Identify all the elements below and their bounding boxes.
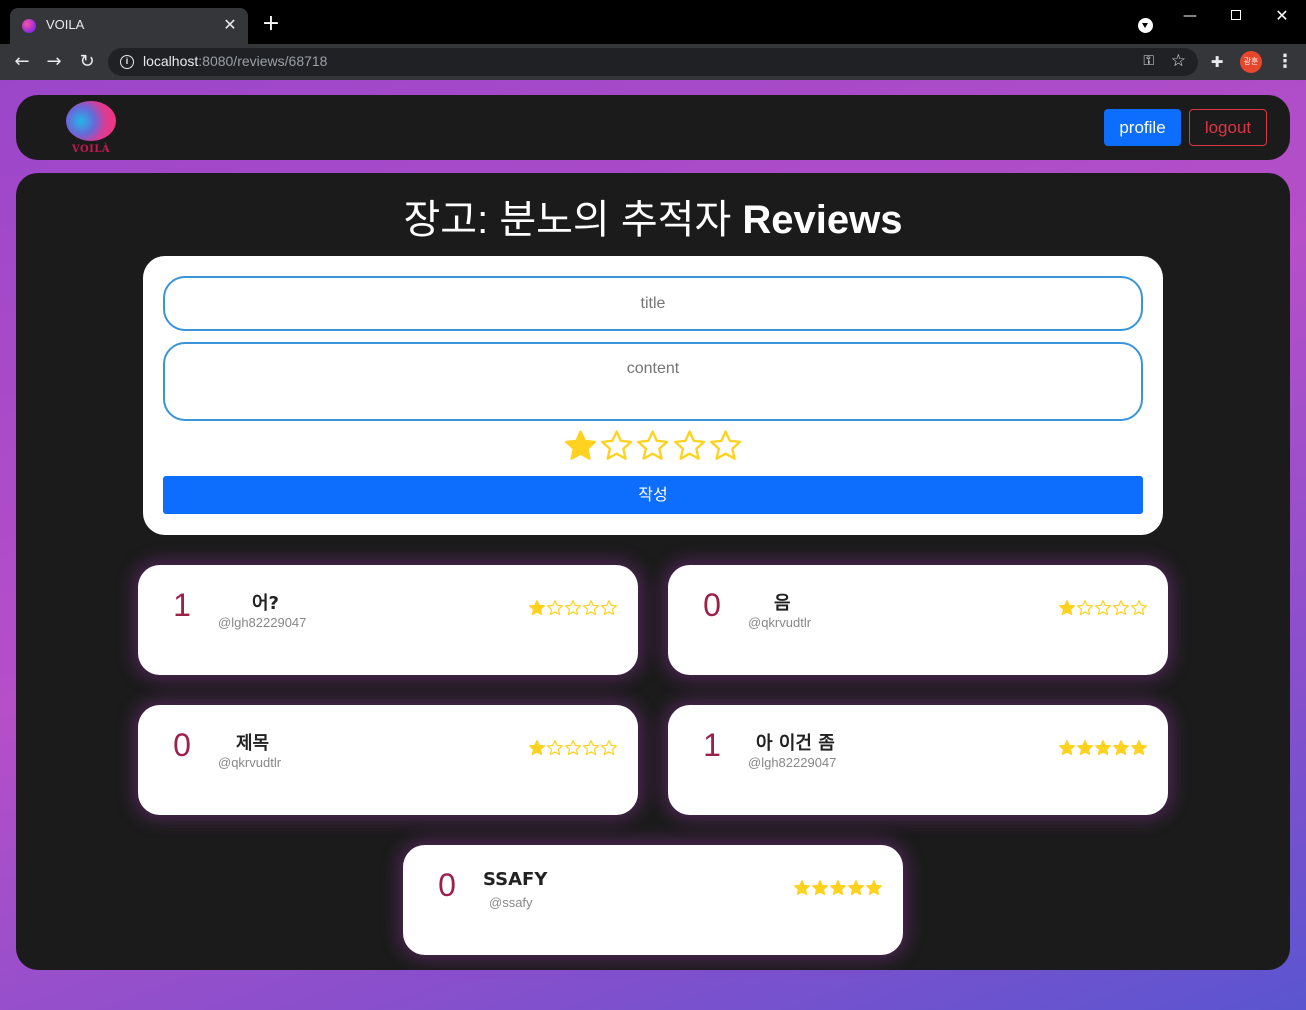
review-title[interactable]: 어? <box>252 589 279 615</box>
star-filled-icon <box>830 880 846 896</box>
star-filled-icon <box>1095 740 1111 756</box>
star-empty-icon <box>1077 600 1093 616</box>
review-rating <box>1058 739 1148 757</box>
star-filled-icon <box>1059 600 1075 616</box>
star-empty-icon <box>1131 600 1147 616</box>
star-filled-icon <box>1131 740 1147 756</box>
star-empty-icon <box>1095 600 1111 616</box>
star-filled-icon <box>848 880 864 896</box>
star-filled-icon <box>866 880 882 896</box>
page-title: 장고: 분노의 추적자 Reviews <box>403 198 903 242</box>
star-empty-icon[interactable] <box>672 428 707 464</box>
info-icon[interactable]: i <box>120 55 134 69</box>
star-filled-icon <box>1113 740 1129 756</box>
review-title[interactable]: 아 이건 좀 <box>756 729 835 755</box>
star-empty-icon <box>583 600 599 616</box>
star-empty-icon <box>1113 600 1129 616</box>
review-like-count: 1 <box>173 587 191 623</box>
review-rating <box>528 739 618 757</box>
star-empty-icon <box>547 600 563 616</box>
review-author: @lgh82229047 <box>748 755 837 770</box>
site-navbar: VOILÀ profile logout <box>16 95 1290 160</box>
avatar[interactable]: 광훈 <box>1240 51 1262 73</box>
star-empty-icon <box>565 600 581 616</box>
browser-toolbar: ← → ↻ i localhost:8080/reviews/68718 ⚿ ☆… <box>0 44 1306 80</box>
review-card[interactable]: 1 아 이건 좀 @lgh82229047 <box>668 705 1168 815</box>
url-text[interactable]: localhost:8080/reviews/68718 <box>143 53 327 69</box>
review-like-count: 0 <box>703 587 721 623</box>
extensions-icon[interactable]: ✚ <box>1208 53 1226 71</box>
star-filled-icon <box>529 740 545 756</box>
bookmark-star-icon[interactable]: ☆ <box>1171 51 1186 71</box>
review-rating <box>793 879 883 897</box>
submit-button[interactable]: 작성 <box>163 476 1143 514</box>
review-like-count: 1 <box>703 727 721 763</box>
logout-button[interactable]: logout <box>1189 109 1267 146</box>
logo[interactable]: VOILÀ <box>64 100 120 156</box>
reload-icon[interactable]: ↻ <box>75 50 99 74</box>
star-filled-icon[interactable] <box>563 428 598 464</box>
new-tab-icon[interactable]: + <box>260 13 282 36</box>
star-filled-icon <box>812 880 828 896</box>
review-form: 작성 <box>143 256 1163 535</box>
review-rating <box>528 599 618 617</box>
star-filled-icon <box>529 600 545 616</box>
review-title[interactable]: 음 <box>774 589 791 615</box>
page-viewport: VOILÀ profile logout 장고: 분노의 추적자 Reviews… <box>0 80 1306 1010</box>
maximize-icon[interactable] <box>1221 6 1251 26</box>
reviews-panel: 장고: 분노의 추적자 Reviews 작성 1어?@lgh822290470음… <box>16 173 1290 970</box>
star-empty-icon[interactable] <box>708 428 743 464</box>
profile-button[interactable]: profile <box>1104 109 1181 146</box>
review-rating <box>1058 599 1148 617</box>
menu-icon[interactable]: ⋮ <box>1276 50 1294 74</box>
star-empty-icon <box>601 600 617 616</box>
logo-icon <box>66 101 116 141</box>
tab-title: VOILA <box>46 17 85 32</box>
media-control-icon[interactable] <box>1138 18 1153 33</box>
star-filled-icon <box>794 880 810 896</box>
key-icon[interactable]: ⚿ <box>1143 53 1154 69</box>
address-bar[interactable]: i localhost:8080/reviews/68718 ⚿ ☆ <box>108 48 1198 76</box>
back-icon[interactable]: ← <box>10 50 34 74</box>
star-empty-icon <box>547 740 563 756</box>
content-input[interactable] <box>163 342 1143 421</box>
star-empty-icon <box>565 740 581 756</box>
review-title[interactable]: 제목 <box>236 729 269 755</box>
review-like-count: 0 <box>438 867 456 903</box>
review-card[interactable]: 1 어? @lgh82229047 <box>138 565 638 675</box>
forward-icon[interactable]: → <box>42 50 66 74</box>
favicon-icon <box>22 19 36 33</box>
title-input[interactable] <box>163 276 1143 331</box>
rating-input[interactable] <box>563 428 743 468</box>
window-close-icon[interactable]: ✕ <box>1267 6 1297 26</box>
review-card[interactable]: 0 음 @qkrvudtlr <box>668 565 1168 675</box>
review-author: @ssafy <box>489 895 533 910</box>
review-author: @qkrvudtlr <box>218 755 282 770</box>
browser-tabbar: VOILA ✕ + — ✕ <box>0 0 1306 44</box>
review-title[interactable]: SSAFY <box>483 869 547 890</box>
star-empty-icon[interactable] <box>635 428 670 464</box>
review-like-count: 0 <box>173 727 191 763</box>
logo-text: VOILÀ <box>71 144 111 155</box>
star-filled-icon <box>1059 740 1075 756</box>
star-filled-icon <box>1077 740 1093 756</box>
tab-close-icon[interactable]: ✕ <box>220 15 240 35</box>
review-card[interactable]: 0 SSAFY @ssafy <box>403 845 903 955</box>
review-author: @qkrvudtlr <box>748 615 812 630</box>
minimize-icon[interactable]: — <box>1175 6 1205 26</box>
star-empty-icon <box>583 740 599 756</box>
review-card[interactable]: 0 제목 @qkrvudtlr <box>138 705 638 815</box>
browser-tab[interactable]: VOILA ✕ <box>10 8 248 44</box>
review-author: @lgh82229047 <box>218 615 307 630</box>
star-empty-icon[interactable] <box>599 428 634 464</box>
star-empty-icon <box>601 740 617 756</box>
